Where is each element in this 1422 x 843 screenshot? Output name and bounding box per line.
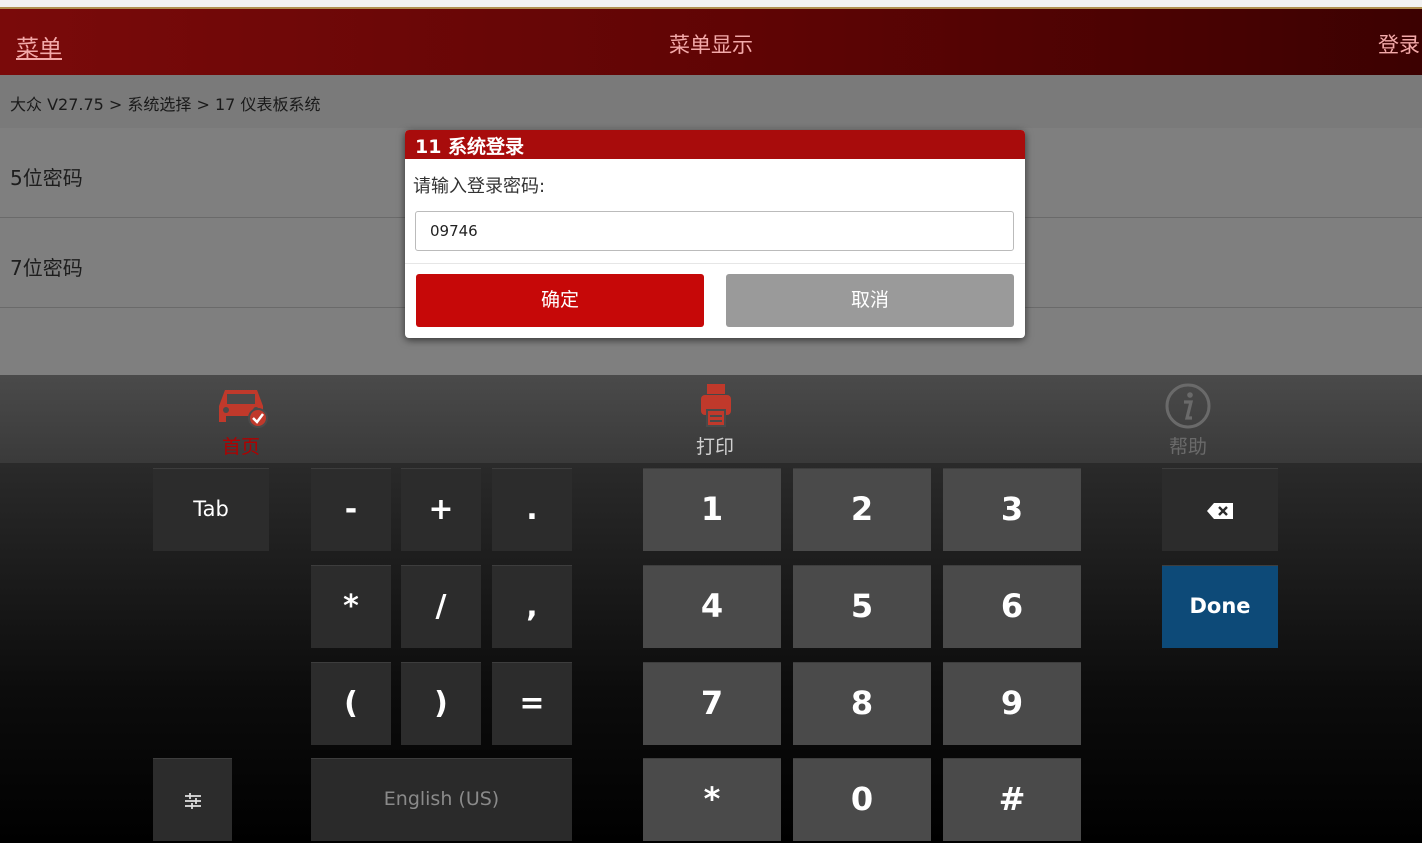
confirm-button[interactable]: 确定 [416, 274, 704, 327]
help-button[interactable]: 帮助 [1128, 375, 1248, 463]
key-0[interactable]: 0 [793, 758, 931, 841]
backspace-icon [1207, 502, 1233, 519]
key-plus[interactable]: + [401, 468, 481, 551]
cancel-button[interactable]: 取消 [726, 274, 1014, 327]
key-hash[interactable]: # [943, 758, 1081, 841]
list-item-label: 5位密码 [10, 166, 83, 190]
settings-sliders-icon [184, 792, 201, 809]
backspace-key[interactable] [1162, 468, 1278, 551]
help-label: 帮助 [1168, 436, 1207, 458]
tab-key[interactable]: Tab [153, 468, 269, 551]
key-star[interactable]: * [643, 758, 781, 841]
key-equals[interactable]: = [492, 662, 572, 745]
home-label: 首页 [221, 436, 260, 458]
breadcrumb: 大众 V27.75 > 系统选择 > 17 仪表板系统 [0, 75, 1422, 128]
on-screen-keyboard: Tab - + . 1 2 3 * / , 4 5 6 Done ( ) = 7… [0, 463, 1422, 843]
key-comma[interactable]: , [492, 565, 572, 648]
key-9[interactable]: 9 [943, 662, 1081, 745]
key-7[interactable]: 7 [643, 662, 781, 745]
settings-key[interactable] [153, 758, 232, 841]
page-title: 菜单显示 [669, 33, 753, 57]
key-2[interactable]: 2 [793, 468, 931, 551]
printer-icon [701, 384, 731, 427]
app-header: 菜单 菜单显示 登录 [0, 7, 1422, 75]
space-key[interactable]: English (US) [311, 758, 572, 841]
key-6[interactable]: 6 [943, 565, 1081, 648]
key-asterisk[interactable]: * [311, 565, 391, 648]
info-icon [1165, 383, 1211, 429]
key-8[interactable]: 8 [793, 662, 931, 745]
status-strip [0, 0, 1422, 7]
key-1[interactable]: 1 [643, 468, 781, 551]
list-item-label: 7位密码 [10, 256, 83, 280]
key-slash[interactable]: / [401, 565, 481, 648]
home-button[interactable]: 首页 [181, 375, 301, 463]
key-3[interactable]: 3 [943, 468, 1081, 551]
car-check-icon [219, 390, 268, 428]
dialog-title: 11 系统登录 [405, 130, 1025, 159]
key-minus[interactable]: - [311, 468, 391, 551]
key-period[interactable]: . [492, 468, 572, 551]
dialog-divider [405, 263, 1025, 264]
login-link[interactable]: 登录 [1378, 29, 1422, 59]
key-close-paren[interactable]: ) [401, 662, 481, 745]
password-input[interactable] [415, 211, 1014, 251]
key-5[interactable]: 5 [793, 565, 931, 648]
done-key[interactable]: Done [1162, 565, 1278, 648]
bottom-toolbar: 首页 打印 帮助 [0, 375, 1422, 463]
login-dialog: 11 系统登录 请输入登录密码: 确定 取消 [405, 130, 1025, 338]
print-label: 打印 [695, 436, 734, 458]
print-button[interactable]: 打印 [655, 375, 775, 463]
key-open-paren[interactable]: ( [311, 662, 391, 745]
password-prompt: 请输入登录密码: [413, 176, 546, 197]
key-4[interactable]: 4 [643, 565, 781, 648]
